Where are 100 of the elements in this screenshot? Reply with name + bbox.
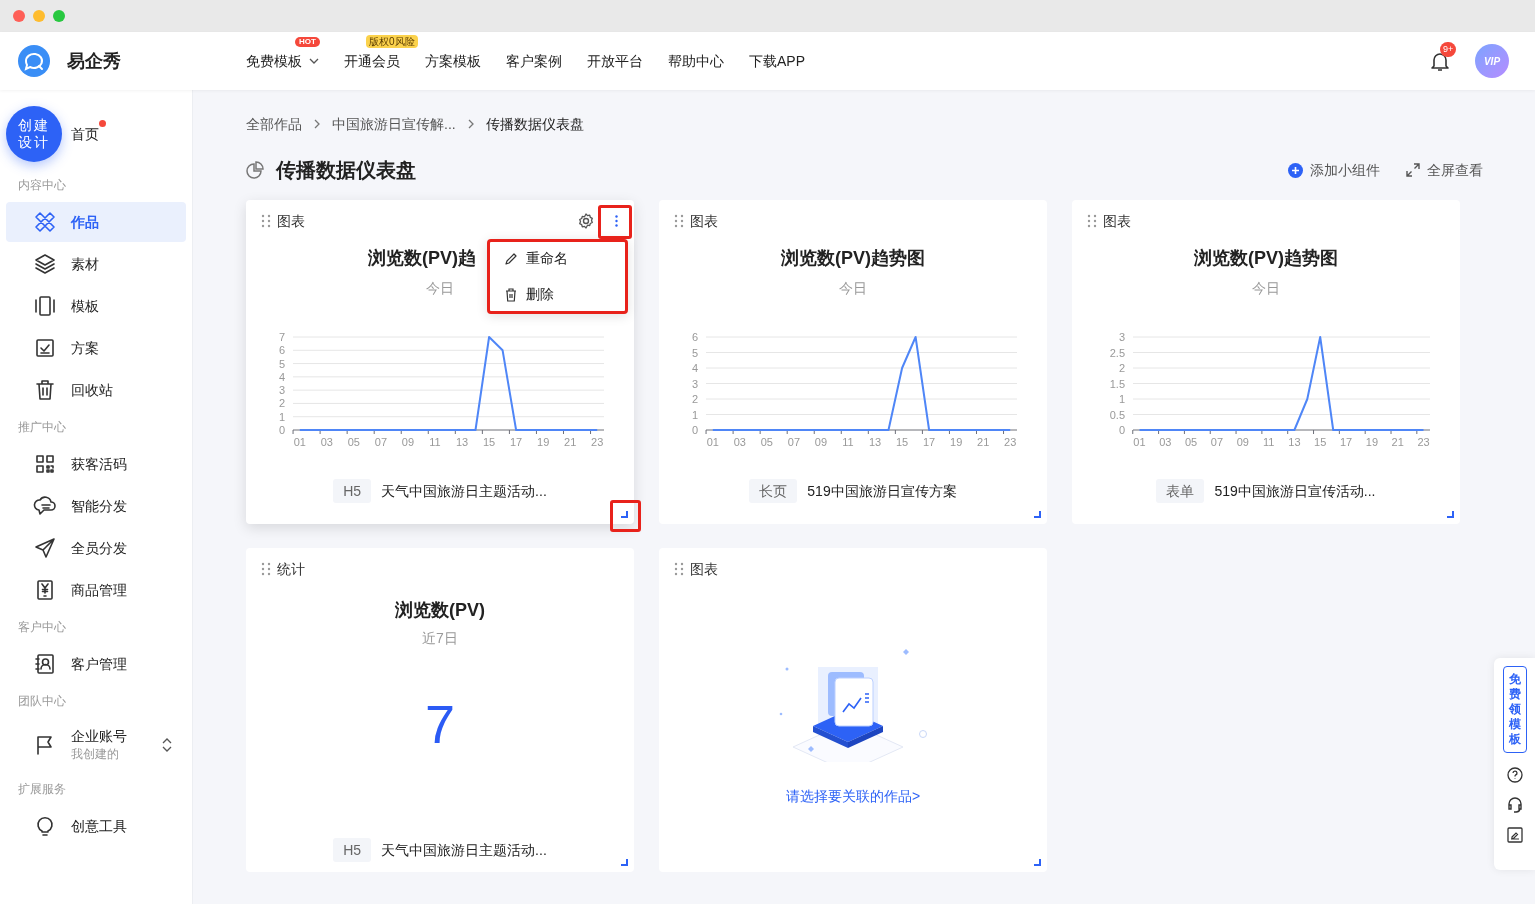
menu-item[interactable]: 删除: [504, 282, 625, 307]
sidebar-item[interactable]: 方案: [6, 328, 186, 368]
customer-service-button[interactable]: [1506, 797, 1523, 813]
axis-label: 11: [1262, 436, 1275, 448]
section-heading: 客户中心: [17, 619, 66, 636]
pie-chart-icon: [246, 161, 264, 179]
widget-type: 图表: [690, 559, 718, 579]
drag-handle-icon: [674, 562, 684, 576]
close-window-button[interactable]: [13, 10, 25, 22]
axis-label: 15: [1314, 436, 1327, 448]
axis-label: 07: [787, 436, 800, 448]
work-title: 天气中国旅游日主题活动...: [381, 481, 547, 501]
tools-icon: [33, 210, 57, 234]
axis-label: 3: [691, 377, 698, 390]
free-template-button[interactable]: 免费领模板: [1502, 666, 1527, 753]
template-icon: [33, 294, 57, 318]
widget-subtitle: 今日: [839, 278, 867, 298]
axis-label: 07: [1210, 436, 1224, 448]
chevron-right-icon: [467, 119, 474, 129]
section-heading: 推广中心: [17, 419, 66, 436]
drag-handle-icon: [261, 562, 271, 576]
axis-label: 0: [1118, 424, 1125, 436]
axis-label: 07: [374, 436, 387, 448]
trash-icon: [504, 287, 518, 302]
sidebar-item[interactable]: 智能分发: [6, 486, 186, 526]
pencil-icon: [504, 251, 518, 266]
plus-circle-icon: [1288, 162, 1303, 178]
resize-handle-icon: [621, 859, 628, 866]
axis-label: 3: [1118, 331, 1125, 343]
work-type-tag: H5: [333, 479, 372, 503]
drag-handle-icon: [261, 214, 271, 228]
sidebar-item[interactable]: 创意工具: [6, 806, 186, 846]
axis-label: 23: [1417, 436, 1430, 448]
axis-label: 01: [1133, 436, 1146, 448]
breadcrumb-link[interactable]: 全部作品: [246, 113, 302, 135]
axis-label: 03: [320, 436, 333, 448]
axis-label: 09: [1236, 436, 1249, 448]
feedback-button[interactable]: [1506, 827, 1523, 843]
axis-label: 13: [868, 436, 882, 448]
page-title: 传播数据仪表盘: [276, 158, 416, 183]
work-type-tag: 表单: [1156, 479, 1205, 503]
axis-label: 19: [537, 436, 550, 448]
breadcrumb-link[interactable]: 中国旅游日宣传解...: [332, 113, 456, 135]
resize-handle-icon: [621, 511, 628, 518]
logo-icon: [18, 45, 50, 77]
sidebar-item[interactable]: 首页: [71, 123, 99, 145]
nav-link[interactable]: 帮助中心: [668, 50, 724, 72]
widget-subtitle: 今日: [1252, 278, 1280, 298]
axis-label: 17: [923, 436, 936, 448]
chevron-up-down-icon: [162, 738, 172, 752]
nav-link[interactable]: 方案模板: [425, 50, 481, 72]
edit-square-icon: [1506, 827, 1523, 843]
widget-type: 图表: [1103, 211, 1131, 231]
axis-label: 6: [278, 344, 285, 357]
maximize-window-button[interactable]: [53, 10, 65, 22]
add-widget-button[interactable]: 添加小组件: [1288, 159, 1380, 181]
drag-handle-icon: [1087, 214, 1097, 228]
expand-icon: [1406, 163, 1420, 177]
notification-badge: 9+: [1440, 42, 1457, 57]
menu-item[interactable]: 重命名: [504, 246, 625, 271]
sidebar-item[interactable]: 作品: [6, 202, 186, 242]
create-design-button[interactable]: 创建设计: [6, 106, 62, 162]
nav-link[interactable]: 开通会员: [344, 50, 400, 72]
fullscreen-button[interactable]: 全屏查看: [1406, 159, 1483, 181]
contact-book-icon: [33, 652, 57, 676]
sidebar-item[interactable]: 企业账号 我创建的: [6, 718, 186, 772]
checklist-icon: [33, 336, 57, 360]
work-title: 天气中国旅游日主题活动...: [381, 840, 547, 860]
work-type-tag: H5: [333, 838, 372, 862]
axis-label: 2: [691, 393, 698, 405]
axis-label: 23: [1004, 436, 1017, 448]
sidebar-item[interactable]: 回收站: [6, 370, 186, 410]
select-work-link[interactable]: 请选择要关联的作品>: [785, 786, 921, 807]
axis-label: 17: [1339, 436, 1353, 448]
help-button[interactable]: [1506, 767, 1523, 783]
nav-link[interactable]: 下载APP: [749, 50, 805, 72]
axis-label: 23: [591, 436, 604, 448]
axis-label: 09: [814, 436, 828, 448]
axis-label: 05: [347, 436, 360, 448]
nav-link[interactable]: 免费模板: [246, 50, 319, 72]
sidebar-item[interactable]: 获客活码: [6, 444, 186, 484]
axis-label: 2: [1118, 362, 1125, 374]
sidebar-item[interactable]: 素材: [6, 244, 186, 284]
sidebar-item[interactable]: 客户管理: [6, 644, 186, 684]
sidebar-item[interactable]: 全员分发: [6, 528, 186, 568]
sidebar-item[interactable]: 模板: [6, 286, 186, 326]
axis-label: 13: [455, 436, 469, 448]
sidebar-item[interactable]: 商品管理: [6, 570, 186, 610]
nav-link[interactable]: 开放平台: [587, 50, 643, 72]
item-sublabel: 我创建的: [71, 746, 120, 763]
trash-icon: [33, 378, 57, 402]
work-title: 519中国旅游日宣传活动...: [1214, 481, 1376, 501]
axis-label: 09: [401, 436, 415, 448]
axis-label: 5: [278, 357, 285, 370]
paper-plane-icon: [33, 536, 57, 560]
widget-type: 图表: [277, 211, 305, 231]
axis-label: 19: [950, 436, 963, 448]
widget-type: 统计: [277, 559, 305, 579]
breadcrumb-link[interactable]: 传播数据仪表盘: [485, 113, 584, 135]
nav-link[interactable]: 客户案例: [506, 50, 562, 72]
